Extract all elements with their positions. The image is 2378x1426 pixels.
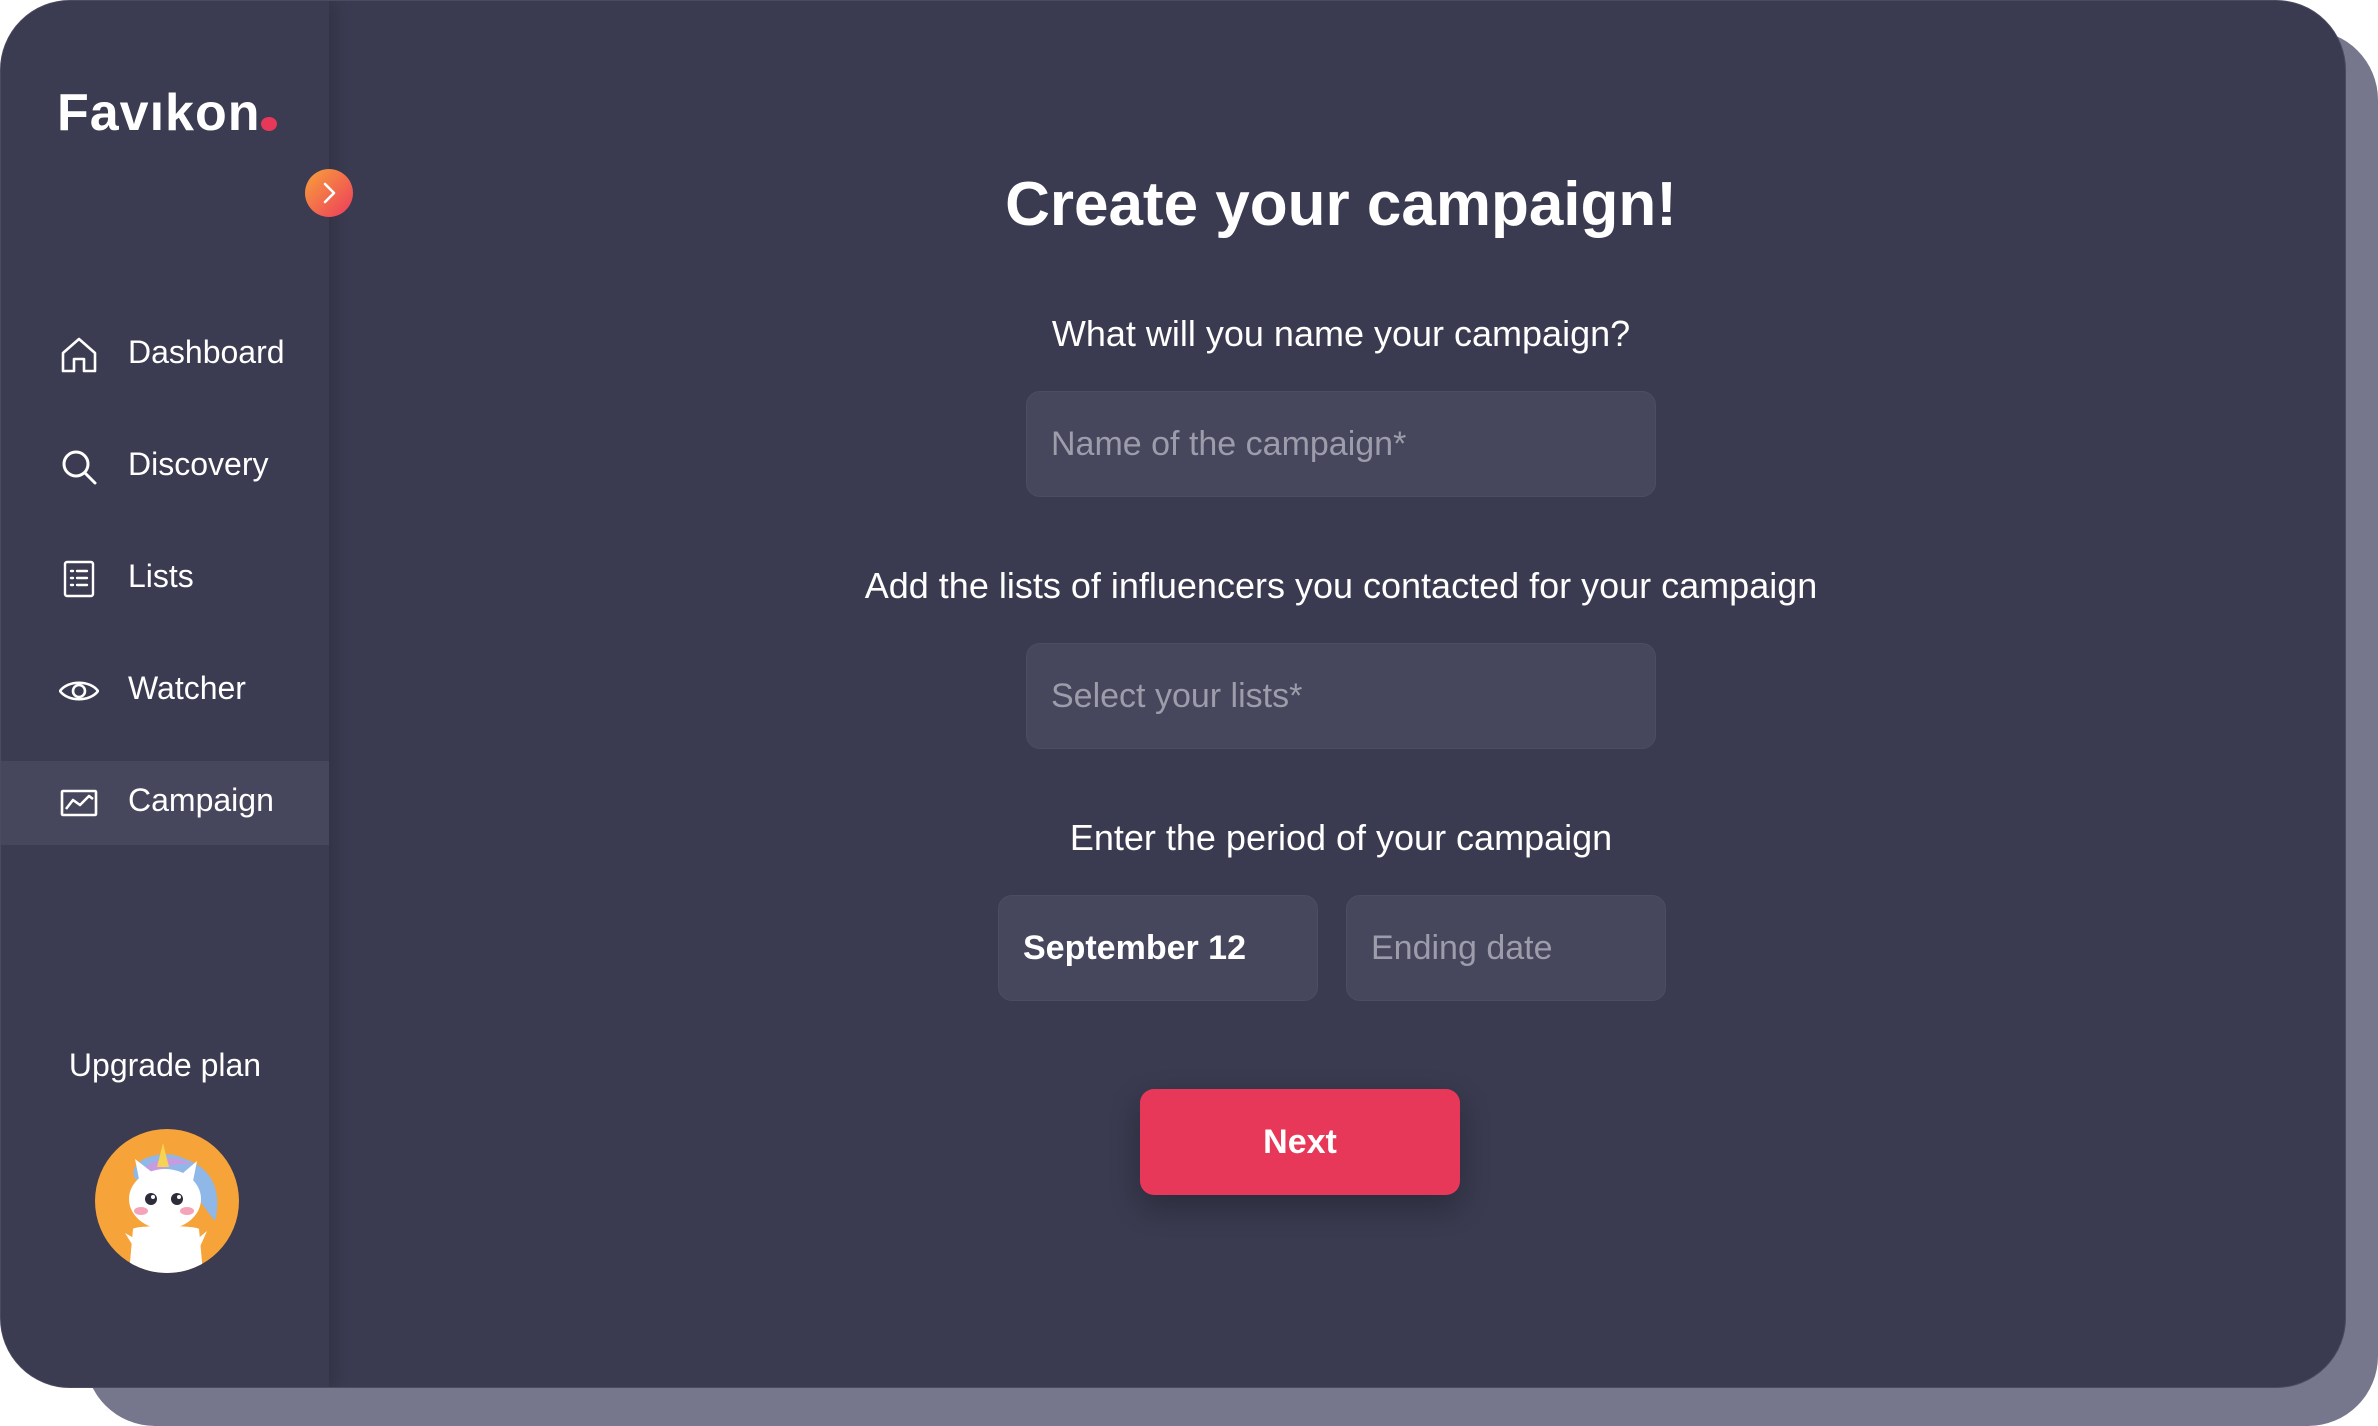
upgrade-plan-link[interactable]: Upgrade plan: [1, 1047, 329, 1084]
end-date-field[interactable]: Ending date: [1346, 895, 1666, 1001]
page-title: Create your campaign!: [1005, 170, 1677, 239]
avatar[interactable]: [95, 1129, 239, 1273]
sidebar-item-label: Discovery: [128, 446, 269, 482]
sidebar-item-lists[interactable]: Lists: [1, 537, 329, 621]
lists-question-label: Add the lists of influencers you contact…: [864, 565, 1818, 606]
sidebar-item-campaign[interactable]: Campaign: [1, 761, 329, 845]
period-question-label: Enter the period of your campaign: [1069, 817, 1613, 858]
unicorn-avatar-icon: [125, 1143, 218, 1273]
chart-icon: [60, 789, 98, 817]
app-window: Favıkon Dashboard Discovery Lists Watche…: [0, 0, 2346, 1388]
chevron-right-icon: [323, 182, 336, 204]
sidebar: Favıkon Dashboard Discovery Lists Watche…: [1, 1, 329, 1387]
search-icon: [62, 450, 97, 485]
eye-icon: [59, 681, 99, 701]
logo: Favıkon: [57, 84, 261, 142]
sidebar-item-label: Lists: [128, 558, 194, 594]
next-button[interactable]: Next: [1140, 1089, 1460, 1195]
lists-select[interactable]: Select your lists*: [1026, 643, 1656, 749]
start-date-field[interactable]: September 12: [998, 895, 1318, 1001]
sidebar-item-dashboard[interactable]: Dashboard: [1, 313, 329, 397]
sidebar-item-label: Campaign: [128, 782, 274, 818]
sidebar-item-watcher[interactable]: Watcher: [1, 649, 329, 733]
sidebar-item-discovery[interactable]: Discovery: [1, 425, 329, 509]
list-icon: [63, 560, 95, 598]
campaign-name-input[interactable]: Name of the campaign*: [1026, 391, 1656, 497]
sidebar-item-label: Dashboard: [128, 334, 285, 370]
name-question-label: What will you name your campaign?: [1051, 313, 1631, 354]
home-icon: [61, 337, 97, 373]
sidebar-item-label: Watcher: [128, 670, 246, 706]
sidebar-toggle-button[interactable]: [305, 169, 353, 217]
logo-dot: [261, 117, 277, 131]
